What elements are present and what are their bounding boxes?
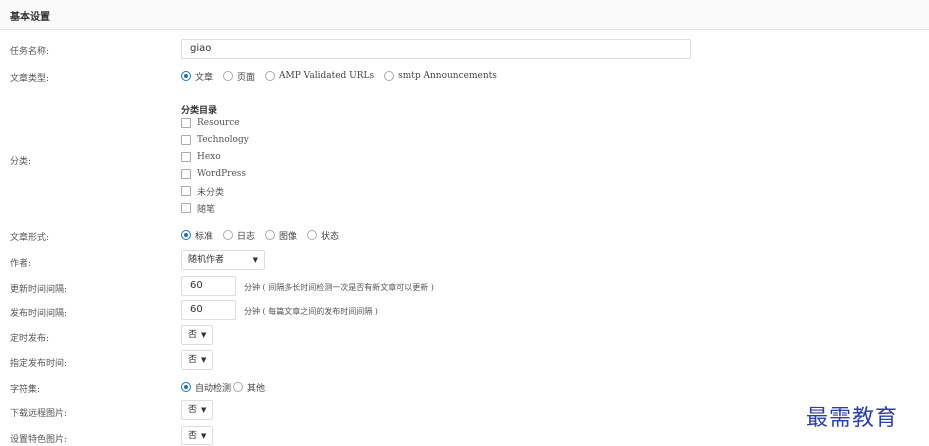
watermark-logo: 最需教育	[806, 406, 899, 431]
category-item-label: WordPress	[197, 169, 247, 179]
charset-option-label: 其他	[247, 383, 266, 394]
post-type-option-label: 文章	[195, 72, 214, 83]
featured-image-label: 设置特色图片:	[10, 435, 68, 445]
author-label: 作者:	[10, 259, 32, 269]
category-item-label: Resource	[197, 118, 240, 128]
category-item[interactable]: 随笔	[181, 202, 216, 215]
charset-radio-other[interactable]	[233, 382, 244, 392]
update-interval-input[interactable]: 60	[181, 276, 236, 296]
section-title: 基本设置	[10, 12, 50, 23]
post-type-label: 文章类型:	[10, 74, 50, 84]
scheduled-publish-label: 定时发布:	[10, 334, 50, 344]
post-type-radio-post[interactable]	[181, 71, 191, 81]
category-item-label: Technology	[197, 135, 249, 145]
fixed-publish-time-label: 指定发布时间:	[10, 359, 68, 369]
category-item[interactable]: WordPress	[181, 168, 246, 180]
post-format-radio-group: 标准 日志 图像 状态	[181, 228, 349, 242]
post-type-option-label: smtp Announcements	[398, 71, 497, 81]
featured-image-value: 否	[188, 430, 198, 441]
fixed-publish-time-select[interactable]: 否 ▼	[181, 350, 213, 370]
chevron-down-icon: ▼	[252, 256, 258, 264]
chevron-down-icon: ▼	[201, 356, 207, 364]
download-remote-images-select[interactable]: 否 ▼	[181, 400, 213, 420]
post-format-radio-status[interactable]	[307, 230, 318, 240]
category-checkbox[interactable]	[181, 169, 191, 179]
category-group-title: 分类目录	[181, 106, 218, 116]
post-format-option-label: 标准	[195, 231, 214, 242]
publish-interval-input[interactable]: 60	[181, 300, 236, 320]
scheduled-publish-select[interactable]: 否 ▼	[181, 325, 213, 345]
chevron-down-icon: ▼	[201, 431, 207, 440]
category-label: 分类:	[10, 157, 32, 167]
post-format-label: 文章形式:	[10, 233, 50, 243]
scheduled-publish-value: 否	[188, 330, 198, 340]
update-interval-hint: 分钟 ( 间隔多长时间检测一次是否有新文章可以更新 )	[244, 283, 434, 292]
charset-radio-auto[interactable]	[181, 382, 191, 392]
charset-label: 字符集:	[10, 385, 41, 395]
category-item-label: 随笔	[197, 204, 216, 215]
post-type-option-label: AMP Validated URLs	[279, 71, 375, 81]
download-remote-images-label: 下载远程图片:	[10, 409, 68, 419]
author-select[interactable]: 随机作者 ▼	[181, 250, 265, 270]
task-name-input[interactable]: giao	[181, 39, 691, 59]
category-item-label: 未分类	[197, 187, 225, 198]
post-format-radio-aside[interactable]	[223, 230, 234, 240]
post-type-radio-page[interactable]	[223, 71, 234, 81]
post-type-option-label: 页面	[237, 72, 256, 83]
category-checkbox[interactable]	[181, 152, 191, 162]
category-item[interactable]: Resource	[181, 117, 240, 129]
post-format-option-label: 状态	[321, 231, 340, 242]
chevron-down-icon: ▼	[201, 406, 207, 414]
chevron-down-icon: ▼	[201, 331, 207, 339]
post-format-radio-standard[interactable]	[181, 230, 191, 240]
update-interval-label: 更新时间间隔:	[10, 285, 68, 295]
category-item[interactable]: 未分类	[181, 185, 225, 198]
category-checkbox[interactable]	[181, 186, 191, 196]
category-item-label: Hexo	[197, 152, 221, 162]
post-type-radio-smtp[interactable]	[384, 71, 395, 81]
author-select-value: 随机作者	[188, 255, 225, 265]
post-type-radio-amp[interactable]	[265, 71, 276, 81]
category-checkbox[interactable]	[181, 118, 191, 128]
category-checkbox[interactable]	[181, 135, 191, 145]
featured-image-select[interactable]: 否 ▼	[181, 426, 213, 445]
post-format-option-label: 图像	[279, 231, 298, 242]
task-name-label: 任务名称:	[10, 47, 50, 57]
fixed-publish-time-value: 否	[188, 355, 198, 365]
post-format-option-label: 日志	[237, 231, 256, 242]
charset-radio-group: 自动检测 其他	[181, 380, 275, 394]
post-type-radio-group: 文章 页面 AMP Validated URLs smtp Announceme…	[181, 69, 507, 83]
publish-interval-label: 发布时间间隔:	[10, 309, 68, 319]
publish-interval-hint: 分钟 ( 每篇文章之间的发布时间间隔 )	[244, 307, 378, 316]
section-header: 基本设置	[0, 0, 929, 30]
category-item[interactable]: Technology	[181, 134, 249, 146]
post-format-radio-image[interactable]	[265, 230, 276, 240]
download-remote-images-value: 否	[188, 405, 198, 415]
category-item[interactable]: Hexo	[181, 151, 221, 163]
charset-option-label: 自动检测	[195, 383, 232, 394]
category-checkbox[interactable]	[181, 203, 191, 213]
